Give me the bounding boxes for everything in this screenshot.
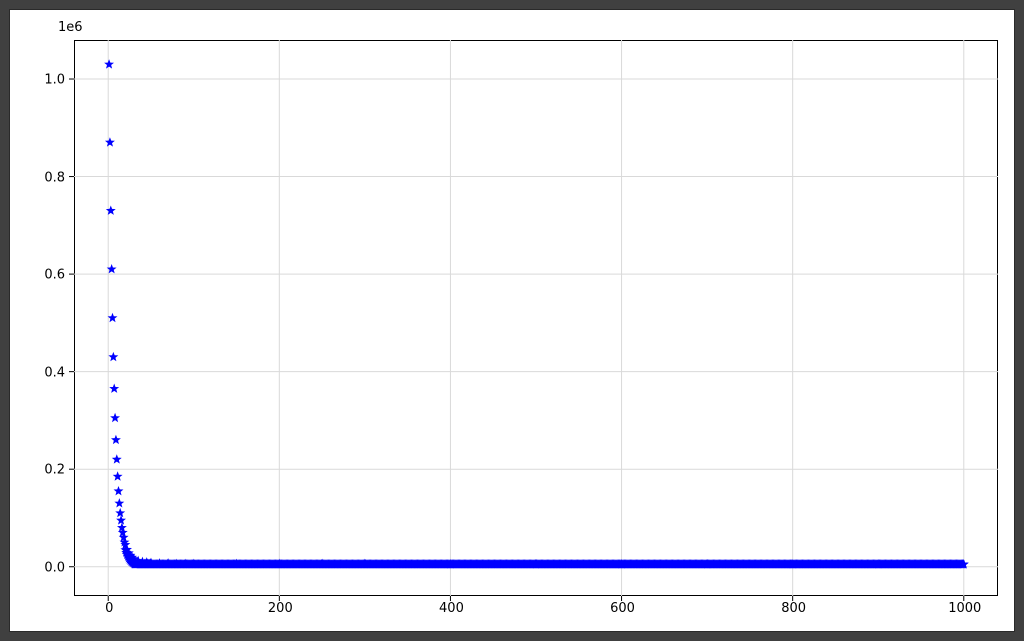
figure-frame: 1e6 020040060080010000.00.20.40.60.81.0 [10,10,1014,631]
x-tick-label: 400 [439,601,464,616]
y-tick-label: 1.0 [44,73,65,88]
x-tick-label: 0 [105,601,113,616]
y-tick-label: 0.8 [44,170,65,185]
gridlines [74,40,998,596]
x-tick-label: 200 [268,601,293,616]
y-tick-label: 0.0 [44,560,65,575]
plot-svg [74,40,1000,598]
y-tick-label: 0.2 [44,463,65,478]
x-tick-label: 1000 [948,601,981,616]
plot-area: 020040060080010000.00.20.40.60.81.0 [74,40,998,596]
x-tick-label: 800 [781,601,806,616]
y-axis-offset-text: 1e6 [58,20,83,35]
y-tick-label: 0.4 [44,365,65,380]
x-tick-label: 600 [610,601,635,616]
y-tick-label: 0.6 [44,268,65,283]
tick-marks [69,79,964,601]
data-points [104,59,969,568]
